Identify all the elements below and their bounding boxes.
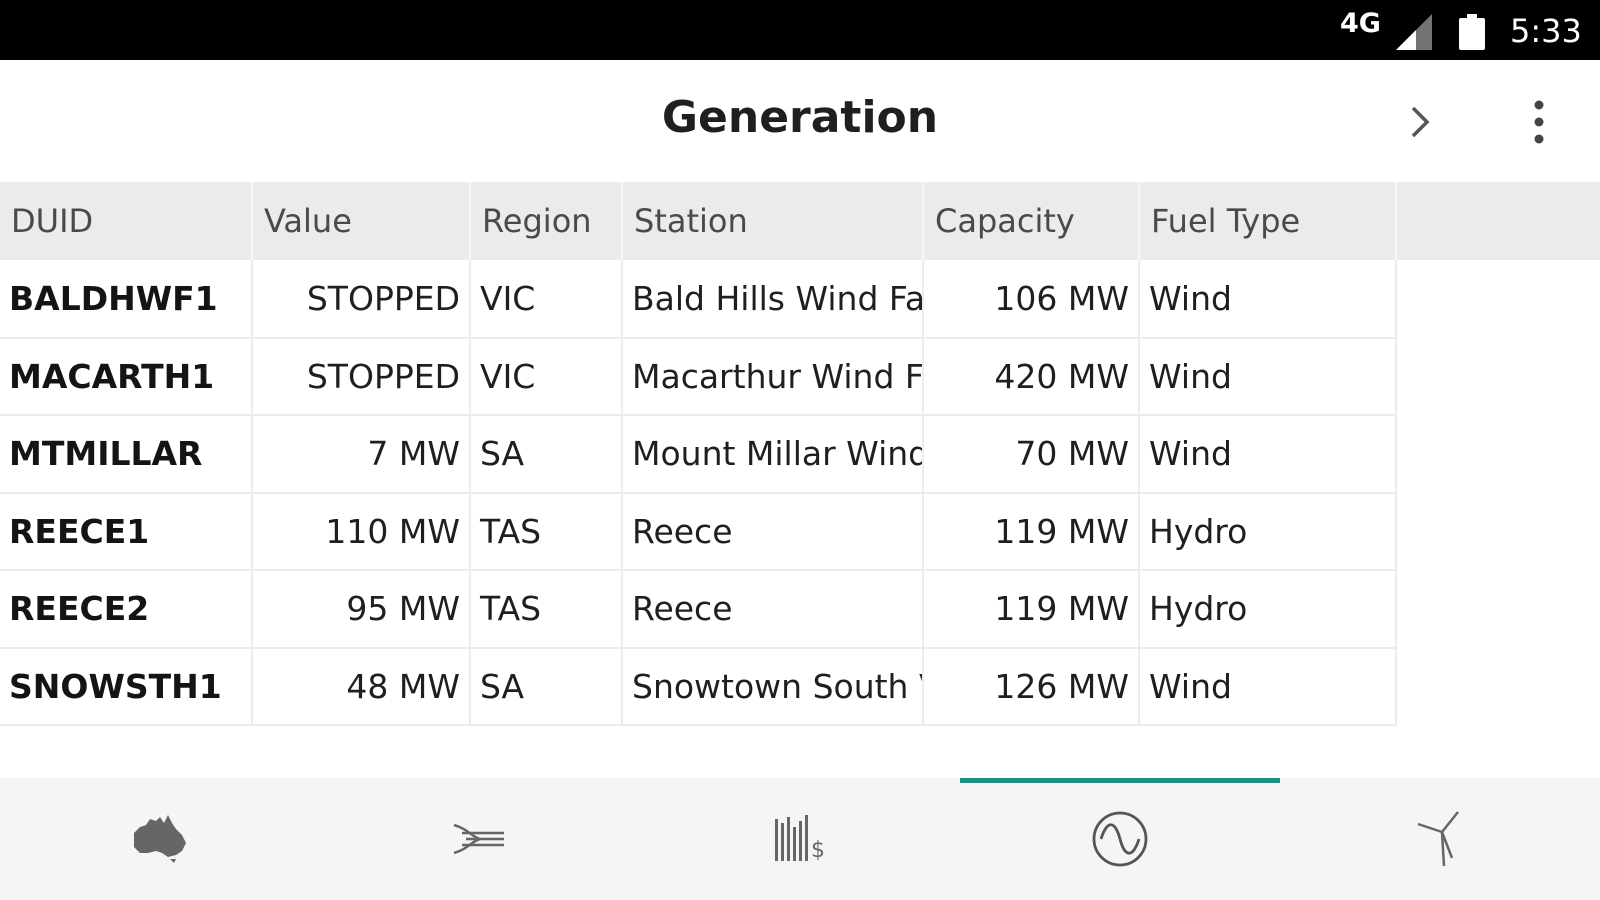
cell-station: Macarthur Wind Fa (622, 337, 924, 416)
cell-value: 7 MW (252, 415, 471, 494)
cell-duid: SNOWSTH1 (0, 647, 253, 726)
cell-capacity: 70 MW (923, 415, 1140, 494)
cell-duid: REECE1 (0, 492, 253, 571)
cell-region: VIC (470, 260, 623, 339)
generation-table-container[interactable]: DUID Value Region Station Capacity Fuel … (0, 182, 1600, 726)
cell-fuel-type: Wind (1139, 415, 1397, 494)
cell-value: STOPPED (252, 260, 471, 339)
cell-region: SA (470, 647, 623, 726)
clock: 5:33 (1510, 12, 1582, 50)
cell-duid: MTMILLAR (0, 415, 253, 494)
cell-station: Mount Millar Wind (622, 415, 924, 494)
signal-icon (1396, 14, 1432, 50)
cell-station: Snowtown South V (622, 647, 924, 726)
network-type: 4G (1340, 8, 1381, 39)
table-row[interactable]: SNOWSTH1 48 MW SA Snowtown South V 126 M… (0, 647, 1397, 726)
next-button[interactable] (1400, 102, 1440, 142)
wind-turbine-icon (1417, 811, 1459, 867)
cell-duid: MACARTH1 (0, 337, 253, 416)
cell-value: 48 MW (252, 647, 471, 726)
nav-tab-prices[interactable]: $ (640, 778, 960, 900)
more-vert-icon (1534, 100, 1544, 144)
table-row[interactable]: MTMILLAR 7 MW SA Mount Millar Wind 70 MW… (0, 415, 1397, 494)
cell-capacity: 420 MW (923, 337, 1140, 416)
column-header-fuel-type[interactable]: Fuel Type (1139, 182, 1397, 260)
nav-tab-interconnectors[interactable] (320, 778, 640, 900)
cell-capacity: 119 MW (923, 570, 1140, 649)
cell-region: VIC (470, 337, 623, 416)
cell-region: SA (470, 415, 623, 494)
cell-fuel-type: Wind (1139, 260, 1397, 339)
cell-duid: BALDHWF1 (0, 260, 253, 339)
table-header-row: DUID Value Region Station Capacity Fuel … (0, 182, 1397, 260)
cell-fuel-type: Wind (1139, 647, 1397, 726)
column-header-region[interactable]: Region (470, 182, 623, 260)
column-header-duid[interactable]: DUID (0, 182, 253, 260)
cell-region: TAS (470, 492, 623, 571)
column-header-value[interactable]: Value (252, 182, 471, 260)
table-row[interactable]: REECE1 110 MW TAS Reece 119 MW Hydro (0, 492, 1397, 571)
australia-map-icon (134, 815, 186, 863)
interconnector-icon (453, 823, 504, 855)
bottom-navigation: $ (0, 778, 1600, 900)
table-row[interactable]: REECE2 95 MW TAS Reece 119 MW Hydro (0, 570, 1397, 649)
app-bar: Generation (0, 60, 1600, 182)
price-bars-icon: $ (775, 815, 825, 863)
cell-station: Reece (622, 492, 924, 571)
table-row[interactable]: MACARTH1 STOPPED VIC Macarthur Wind Fa 4… (0, 337, 1397, 416)
nav-tab-generation[interactable] (960, 778, 1280, 900)
cell-value: STOPPED (252, 337, 471, 416)
status-bar: 4G 5:33 (0, 0, 1600, 60)
nav-tab-renewables[interactable] (1280, 778, 1600, 900)
cell-fuel-type: Wind (1139, 337, 1397, 416)
nav-tab-map[interactable] (0, 778, 320, 900)
more-options-button[interactable] (1524, 98, 1554, 146)
cell-duid: REECE2 (0, 570, 253, 649)
battery-icon (1459, 14, 1485, 50)
column-header-capacity[interactable]: Capacity (923, 182, 1140, 260)
generation-table: DUID Value Region Station Capacity Fuel … (0, 182, 1397, 726)
table-row[interactable]: BALDHWF1 STOPPED VIC Bald Hills Wind Far… (0, 260, 1397, 339)
chevron-right-icon (1411, 106, 1430, 138)
cell-capacity: 106 MW (923, 260, 1140, 339)
cell-value: 95 MW (252, 570, 471, 649)
cell-station: Reece (622, 570, 924, 649)
cell-fuel-type: Hydro (1139, 570, 1397, 649)
svg-text:$: $ (811, 838, 825, 863)
column-header-station[interactable]: Station (622, 182, 924, 260)
cell-station: Bald Hills Wind Far (622, 260, 924, 339)
page-title: Generation (661, 92, 939, 143)
cell-capacity: 126 MW (923, 647, 1140, 726)
cell-region: TAS (470, 570, 623, 649)
generation-wave-icon (1092, 811, 1148, 867)
cell-value: 110 MW (252, 492, 471, 571)
cell-fuel-type: Hydro (1139, 492, 1397, 571)
cell-capacity: 119 MW (923, 492, 1140, 571)
